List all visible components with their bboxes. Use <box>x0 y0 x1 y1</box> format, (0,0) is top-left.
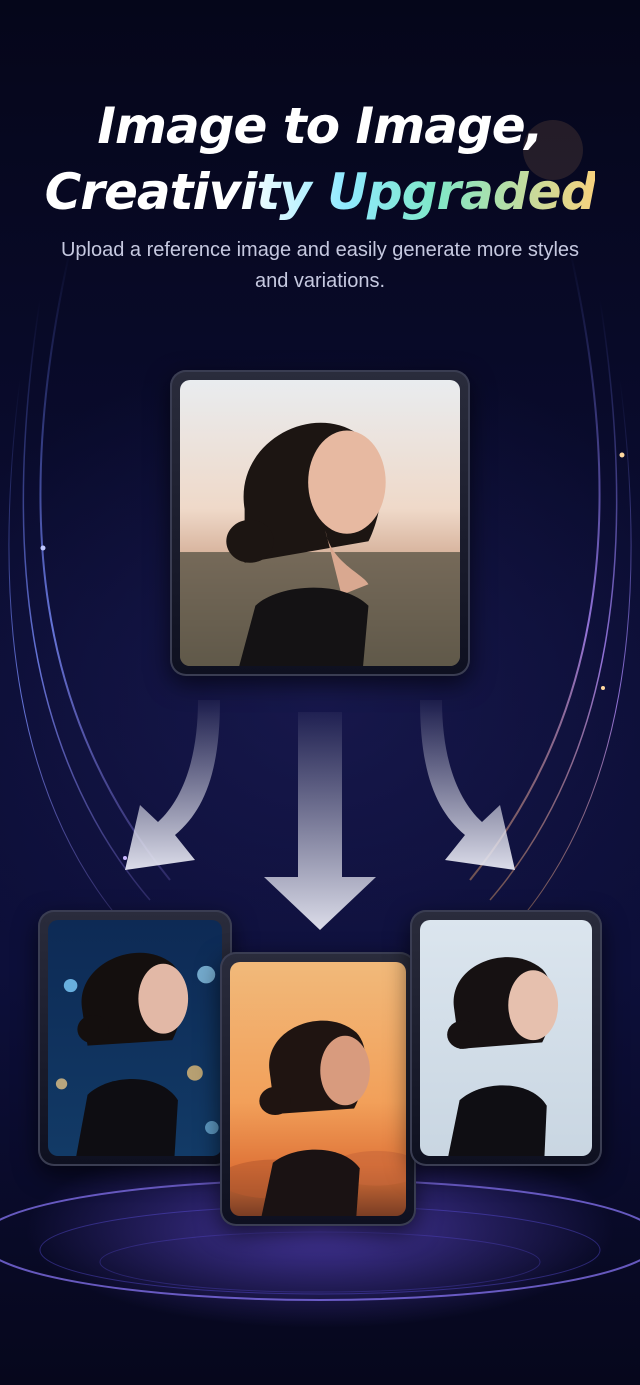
arrow-down-right-icon <box>420 700 515 870</box>
reference-image-card <box>170 370 470 676</box>
headline-line-2: Creativity Upgraded <box>0 162 640 222</box>
variation-bright-sky-image <box>420 920 592 1156</box>
arrow-down-left-icon <box>125 700 220 870</box>
subtitle: Upload a reference image and easily gene… <box>60 239 580 292</box>
headline-line-2-start: Creativ <box>44 163 242 221</box>
variation-golden-sunset-image <box>230 962 406 1216</box>
variation-image-card-3 <box>410 910 602 1166</box>
headline-line-1: Image to Image, <box>97 97 543 155</box>
reference-portrait-image <box>180 380 460 666</box>
arrow-down-icon <box>264 712 376 930</box>
variation-night-city-image <box>48 920 222 1156</box>
variation-image-card-1 <box>38 910 232 1166</box>
headline-line-2-gradient: ity Upgraded <box>240 163 596 221</box>
variation-image-card-2 <box>220 952 416 1226</box>
